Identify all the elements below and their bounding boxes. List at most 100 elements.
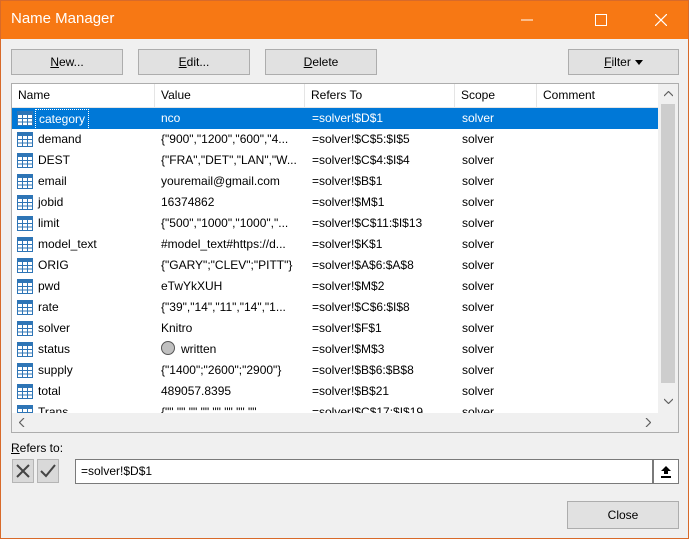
value-cell: #model_text#https://d...: [161, 237, 286, 251]
value-cell: {"900","1200","600","4...: [161, 132, 289, 146]
scope-cell: solver: [462, 279, 495, 293]
comment-cell: [544, 150, 654, 171]
list-rows: category nco =solver!$D$1 solver demand {"900…: [12, 108, 658, 414]
refers-to-cell: =solver!$M$2: [312, 279, 385, 293]
refers-to-label: Refers to:: [11, 441, 64, 455]
value-cell: {"GARY";"CLEV";"PITT"}: [161, 258, 293, 272]
name-cell: pwd: [38, 279, 61, 293]
name-manager-dialog: Name Manager New... Edit... Delete Filte…: [0, 0, 689, 539]
scope-cell: solver: [462, 363, 495, 377]
table-row[interactable]: status written =solver!$M$3 solver: [12, 339, 658, 360]
comment-cell: [544, 276, 654, 297]
table-grid-icon: [17, 111, 33, 126]
name-cell: status: [38, 342, 71, 356]
name-cell: supply: [38, 363, 73, 377]
column-header-refers-to[interactable]: Refers To: [305, 84, 455, 107]
new-label: New...: [50, 55, 84, 69]
comment-cell: [544, 360, 654, 381]
column-header-comment[interactable]: Comment: [537, 84, 658, 107]
refers-to-input[interactable]: =solver!$D$1: [75, 459, 653, 484]
value-cell: youremail@gmail.com: [161, 174, 280, 188]
scroll-up-button[interactable]: [658, 84, 678, 103]
value-cell: {"1400";"2600";"2900"}: [161, 363, 282, 377]
refers-to-cell: =solver!$B$21: [312, 384, 390, 398]
table-row[interactable]: email youremail@gmail.com =solver!$B$1 solv…: [12, 171, 658, 192]
delete-button[interactable]: Delete: [265, 49, 377, 75]
chevron-down-icon: [663, 398, 673, 404]
scope-cell: solver: [462, 153, 495, 167]
table-row[interactable]: category nco =solver!$D$1 solver: [12, 108, 658, 130]
refers-to-cell: =solver!$D$1: [312, 111, 384, 125]
table-row[interactable]: limit {"500","1000","1000","... =solver!$C…: [12, 213, 658, 234]
filter-button[interactable]: Filter: [568, 49, 679, 75]
list-header: Name Value Refers To Scope Comment: [12, 84, 658, 108]
vertical-scrollbar[interactable]: [658, 84, 678, 414]
comment-cell: [544, 192, 654, 213]
comment-cell: [544, 234, 654, 255]
comment-cell: [544, 108, 654, 129]
scroll-thumb[interactable]: [661, 104, 675, 383]
comment-cell: [544, 297, 654, 318]
delete-label: Delete: [303, 55, 339, 69]
window-title: Name Manager: [11, 10, 115, 27]
column-header-name[interactable]: Name: [12, 84, 155, 107]
filter-label: Filter: [604, 55, 631, 69]
horizontal-scrollbar[interactable]: [12, 413, 658, 432]
refers-to-cell: =solver!$C$11:$I$13: [312, 216, 423, 230]
scope-cell: solver: [462, 342, 495, 356]
comment-cell: [544, 213, 654, 234]
table-row[interactable]: model_text #model_text#https://d... =solve…: [12, 234, 658, 255]
refers-to-cell: =solver!$F$1: [312, 321, 382, 335]
name-cell: solver: [38, 321, 71, 335]
edit-button[interactable]: Edit...: [138, 49, 250, 75]
table-row[interactable]: jobid 16374862 =solver!$M$1 solver: [12, 192, 658, 213]
refers-to-cell: =solver!$C$5:$I$5: [312, 132, 410, 146]
table-row[interactable]: solver Knitro =solver!$F$1 solver: [12, 318, 658, 339]
table-row[interactable]: ORIG {"GARY";"CLEV";"PITT"} =solver!$A$6:$…: [12, 255, 658, 276]
table-row[interactable]: demand {"900","1200","600","4... =solver!$…: [12, 129, 658, 150]
refers-to-cell: =solver!$M$1: [312, 195, 385, 209]
value-cell: {"500","1000","1000","...: [161, 216, 289, 230]
close-window-button[interactable]: [638, 1, 684, 39]
table-row[interactable]: pwd eTwYkXUH =solver!$M$2 solver: [12, 276, 658, 297]
collapse-dialog-button[interactable]: [653, 459, 679, 484]
table-row[interactable]: rate {"39","14","11","14","1... =solver!$C…: [12, 297, 658, 318]
table-grid-icon: [17, 300, 33, 315]
name-cell: DEST: [38, 153, 71, 167]
column-header-scope[interactable]: Scope: [455, 84, 537, 107]
close-button[interactable]: Close: [567, 501, 679, 529]
comment-cell: [544, 171, 654, 192]
refers-to-cell: =solver!$A$6:$A$8: [312, 258, 414, 272]
maximize-button[interactable]: [578, 1, 624, 39]
names-list[interactable]: Name Value Refers To Scope Comment categ…: [11, 83, 679, 433]
comment-cell: [544, 339, 654, 360]
scope-cell: solver: [462, 384, 495, 398]
scroll-right-button[interactable]: [638, 413, 658, 432]
upload-arrow-icon: [661, 466, 671, 478]
name-cell: ORIG: [38, 258, 69, 272]
gray-circle-icon: [161, 341, 175, 355]
value-cell: Knitro: [161, 321, 193, 335]
value-cell: 489057.8395: [161, 384, 232, 398]
comment-cell: [544, 381, 654, 402]
new-button[interactable]: New...: [11, 49, 123, 75]
chevron-left-icon: [19, 418, 25, 427]
cancel-edit-button[interactable]: [12, 459, 34, 483]
scroll-down-button[interactable]: [658, 391, 678, 410]
refers-to-cell: =solver!$C$4:$I$4: [312, 153, 410, 167]
table-row[interactable]: total 489057.8395 =solver!$B$21 solver: [12, 381, 658, 402]
scroll-left-button[interactable]: [12, 413, 32, 432]
commit-edit-button[interactable]: [37, 459, 59, 483]
table-grid-icon: [17, 174, 33, 189]
column-header-value[interactable]: Value: [155, 84, 305, 107]
scope-cell: solver: [462, 258, 495, 272]
table-row[interactable]: supply {"1400";"2600";"2900"} =solver!$B$6…: [12, 360, 658, 381]
refers-to-cell: =solver!$K$1: [312, 237, 383, 251]
scrollbar-corner: [658, 413, 678, 432]
maximize-icon: [595, 14, 607, 26]
minimize-button[interactable]: [504, 1, 550, 39]
table-grid-icon: [17, 195, 33, 210]
name-cell: category: [35, 109, 90, 130]
table-row[interactable]: DEST {"FRA","DET","LAN","W... =solver!$C$4…: [12, 150, 658, 171]
scope-cell: solver: [462, 132, 495, 146]
